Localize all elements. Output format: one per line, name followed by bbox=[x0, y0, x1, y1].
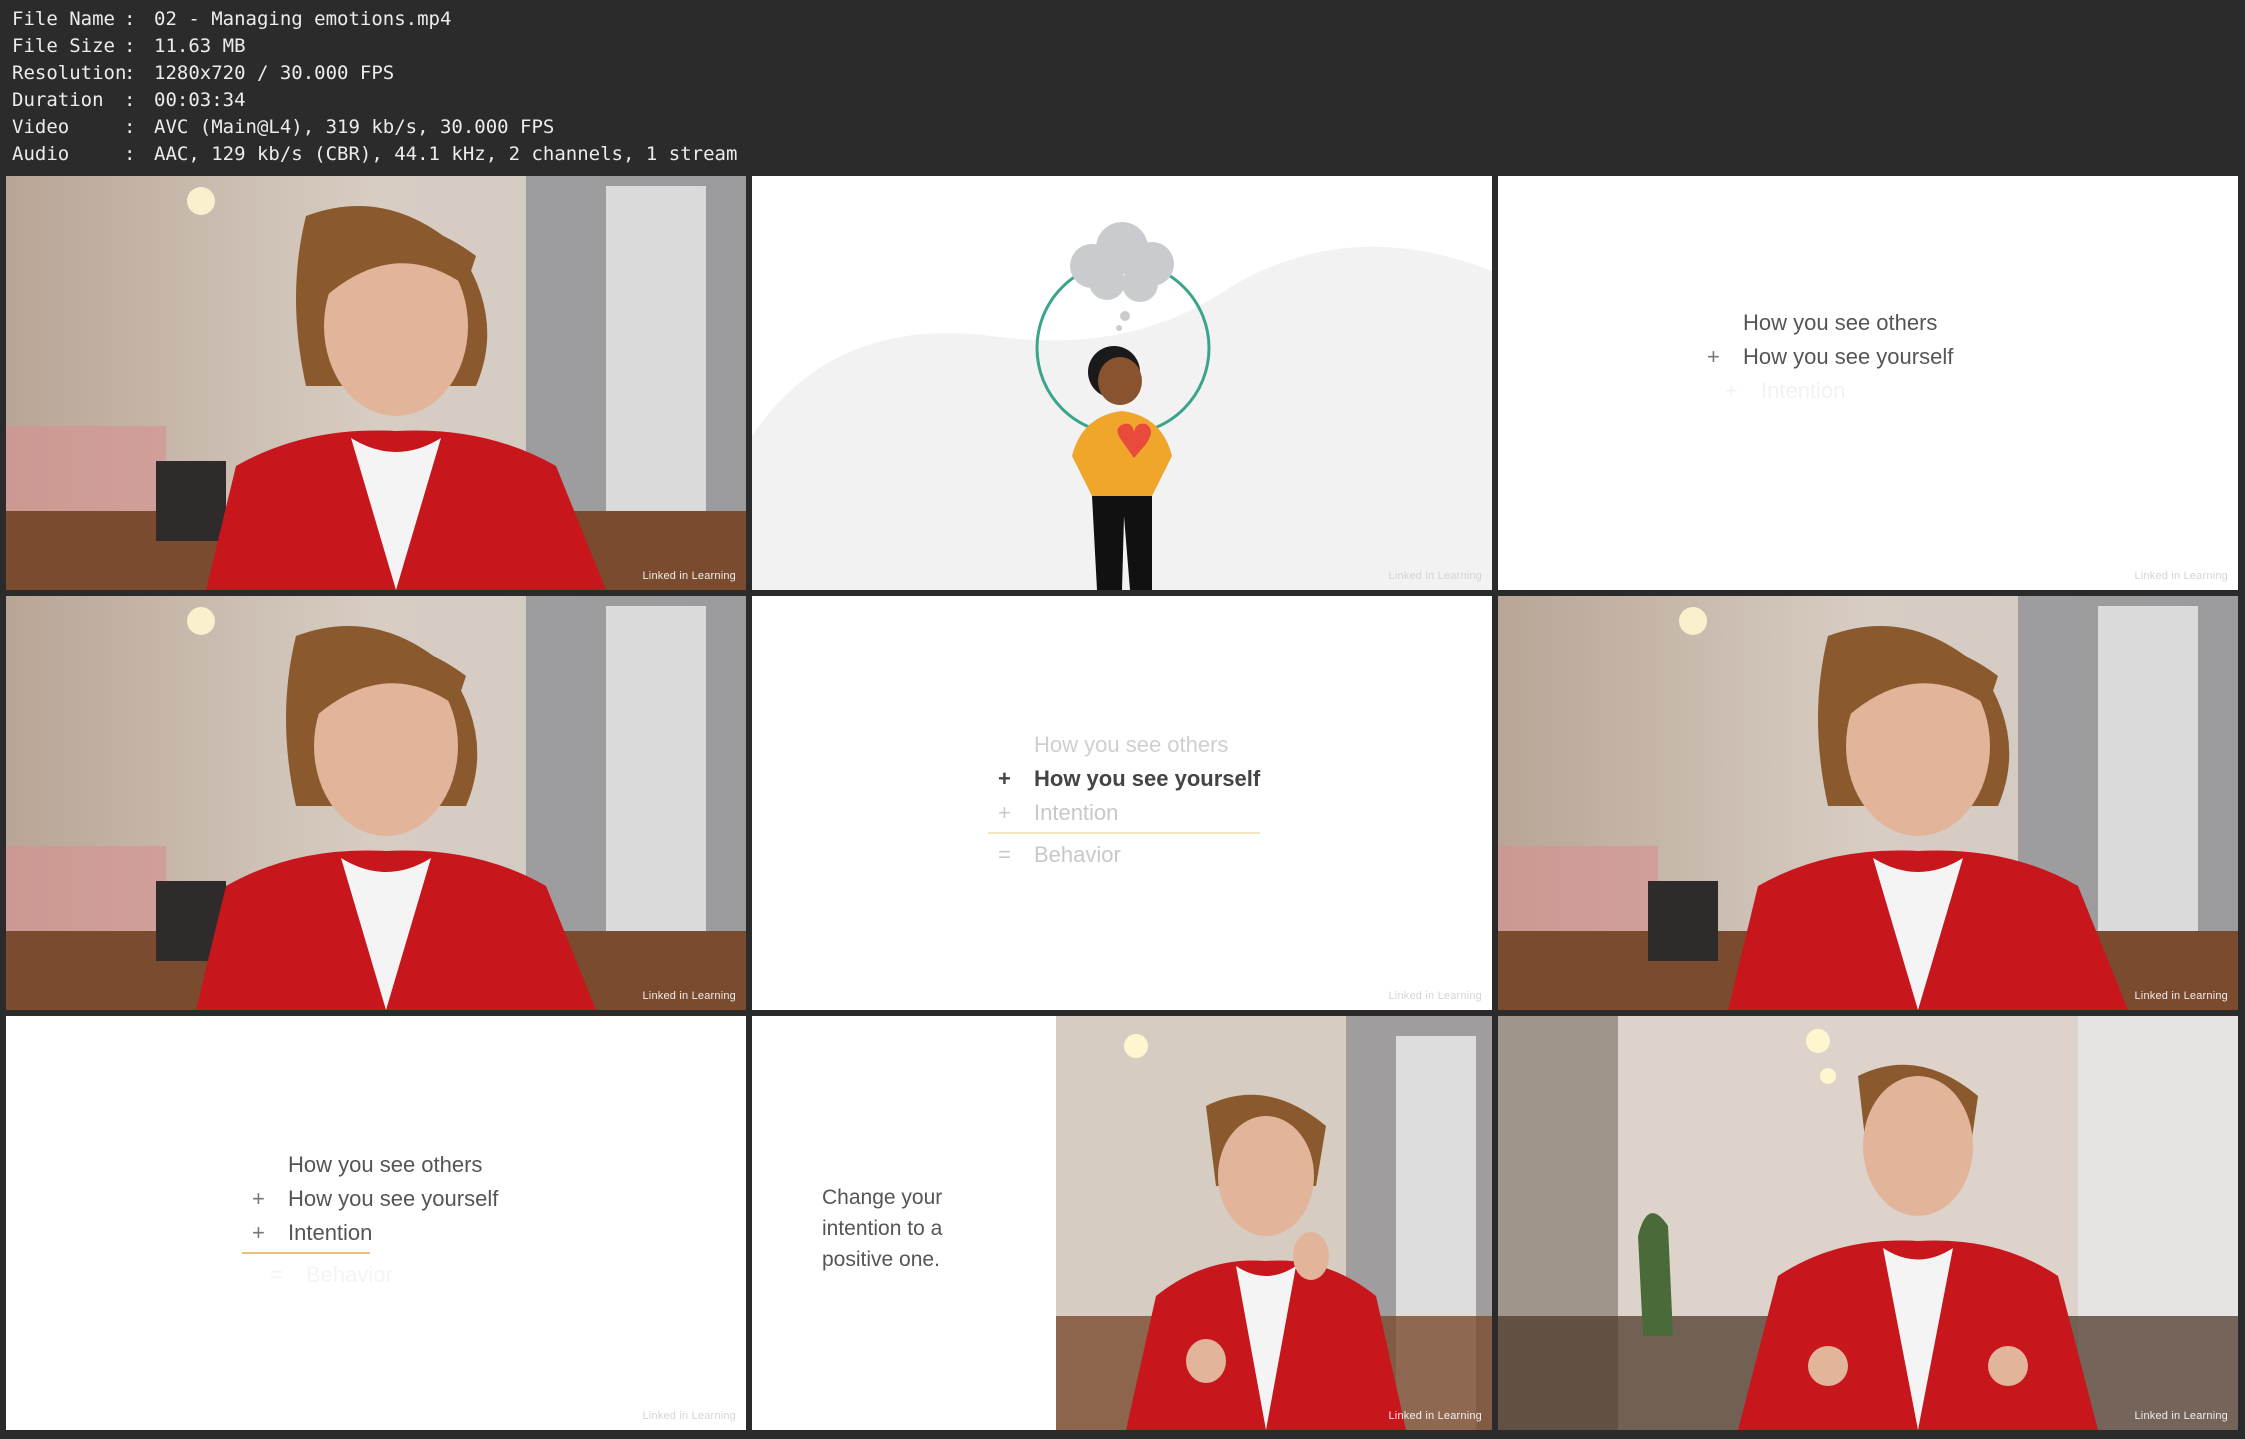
slide-line-yourself: + How you see yourself bbox=[1707, 344, 1954, 369]
presenter-frame-image bbox=[1498, 596, 2238, 1010]
thumbnail-9-presenter[interactable]: Linked in Learning bbox=[1498, 1016, 2238, 1430]
linkedin-learning-watermark: Linked in Learning bbox=[642, 990, 736, 1002]
thumbnail-6-presenter[interactable]: Linked in Learning bbox=[1498, 596, 2238, 1010]
info-row-file-name: File Name:02 - Managing emotions.mp4 bbox=[12, 8, 452, 30]
info-row-audio: Audio: AAC, 129 kb/s (CBR), 44.1 kHz, 2 c… bbox=[12, 143, 738, 165]
slide-line-intention-faded: + Intention bbox=[1725, 378, 1846, 403]
info-row-video: Video: AVC (Main@L4), 319 kb/s, 30.000 FP… bbox=[12, 116, 555, 138]
sum-divider-line bbox=[988, 832, 1260, 834]
thumbnail-4-presenter[interactable]: Linked in Learning bbox=[6, 596, 746, 1010]
thumbnail-3-slide[interactable]: How you see others + How you see yourself… bbox=[1498, 176, 2238, 590]
presenter-frame-image bbox=[6, 596, 746, 1010]
presenter-frame-image bbox=[1056, 1016, 1492, 1430]
info-row-file-size: File Size:11.63 MB bbox=[12, 35, 246, 57]
linkedin-learning-watermark: Linked in Learning bbox=[1388, 1410, 1482, 1422]
slide-line-behavior: = Behavior bbox=[998, 842, 1121, 867]
linkedin-learning-watermark: Linked in Learning bbox=[642, 1410, 736, 1422]
thumbnail-5-slide[interactable]: How you see others + How you see yourself… bbox=[752, 596, 1492, 1010]
file-info-panel: File Name:02 - Managing emotions.mp4 Fil… bbox=[12, 6, 737, 168]
slide-line-yourself: + How you see yourself bbox=[252, 1186, 499, 1211]
slide-line-others: How you see others bbox=[1743, 310, 1938, 335]
slide-line-others: How you see others bbox=[1034, 732, 1229, 757]
sum-divider-line bbox=[242, 1252, 370, 1254]
intention-caption: Change your intention to a positive one. bbox=[822, 1182, 942, 1275]
linkedin-learning-watermark: Linked in Learning bbox=[642, 570, 736, 582]
thumbnail-1-presenter[interactable]: Linked in Learning bbox=[6, 176, 746, 590]
linkedin-learning-watermark: Linked in Learning bbox=[1388, 570, 1482, 582]
caption-line-1: Change your bbox=[822, 1186, 943, 1209]
thumbnail-8-split[interactable]: Change your intention to a positive one.… bbox=[752, 1016, 1492, 1430]
linkedin-learning-watermark: Linked in Learning bbox=[2134, 570, 2228, 582]
info-row-resolution: Resolution: 1280x720 / 30.000 FPS bbox=[12, 62, 395, 84]
slide-line-behavior-faded: = Behavior bbox=[270, 1262, 393, 1287]
caption-line-2: intention to a bbox=[822, 1217, 943, 1240]
linkedin-learning-watermark: Linked in Learning bbox=[1388, 990, 1482, 1002]
presenter-frame-image bbox=[6, 176, 746, 590]
slide-line-others: How you see others bbox=[288, 1152, 483, 1177]
thinking-person-illustration bbox=[752, 176, 1492, 590]
slide-line-intention: + Intention bbox=[252, 1220, 373, 1245]
thumbnail-7-slide[interactable]: How you see others + How you see yourself… bbox=[6, 1016, 746, 1430]
slide-line-intention: + Intention bbox=[998, 800, 1119, 825]
thumbnail-2-illustration[interactable]: Linked in Learning bbox=[752, 176, 1492, 590]
slide-line-yourself: + How you see yourself bbox=[998, 766, 1261, 791]
caption-line-3: positive one. bbox=[822, 1248, 940, 1271]
linkedin-learning-watermark: Linked in Learning bbox=[2134, 1410, 2228, 1422]
presenter-frame-image bbox=[1498, 1016, 2238, 1430]
linkedin-learning-watermark: Linked in Learning bbox=[2134, 990, 2228, 1002]
info-row-duration: Duration:00:03:34 bbox=[12, 89, 246, 111]
